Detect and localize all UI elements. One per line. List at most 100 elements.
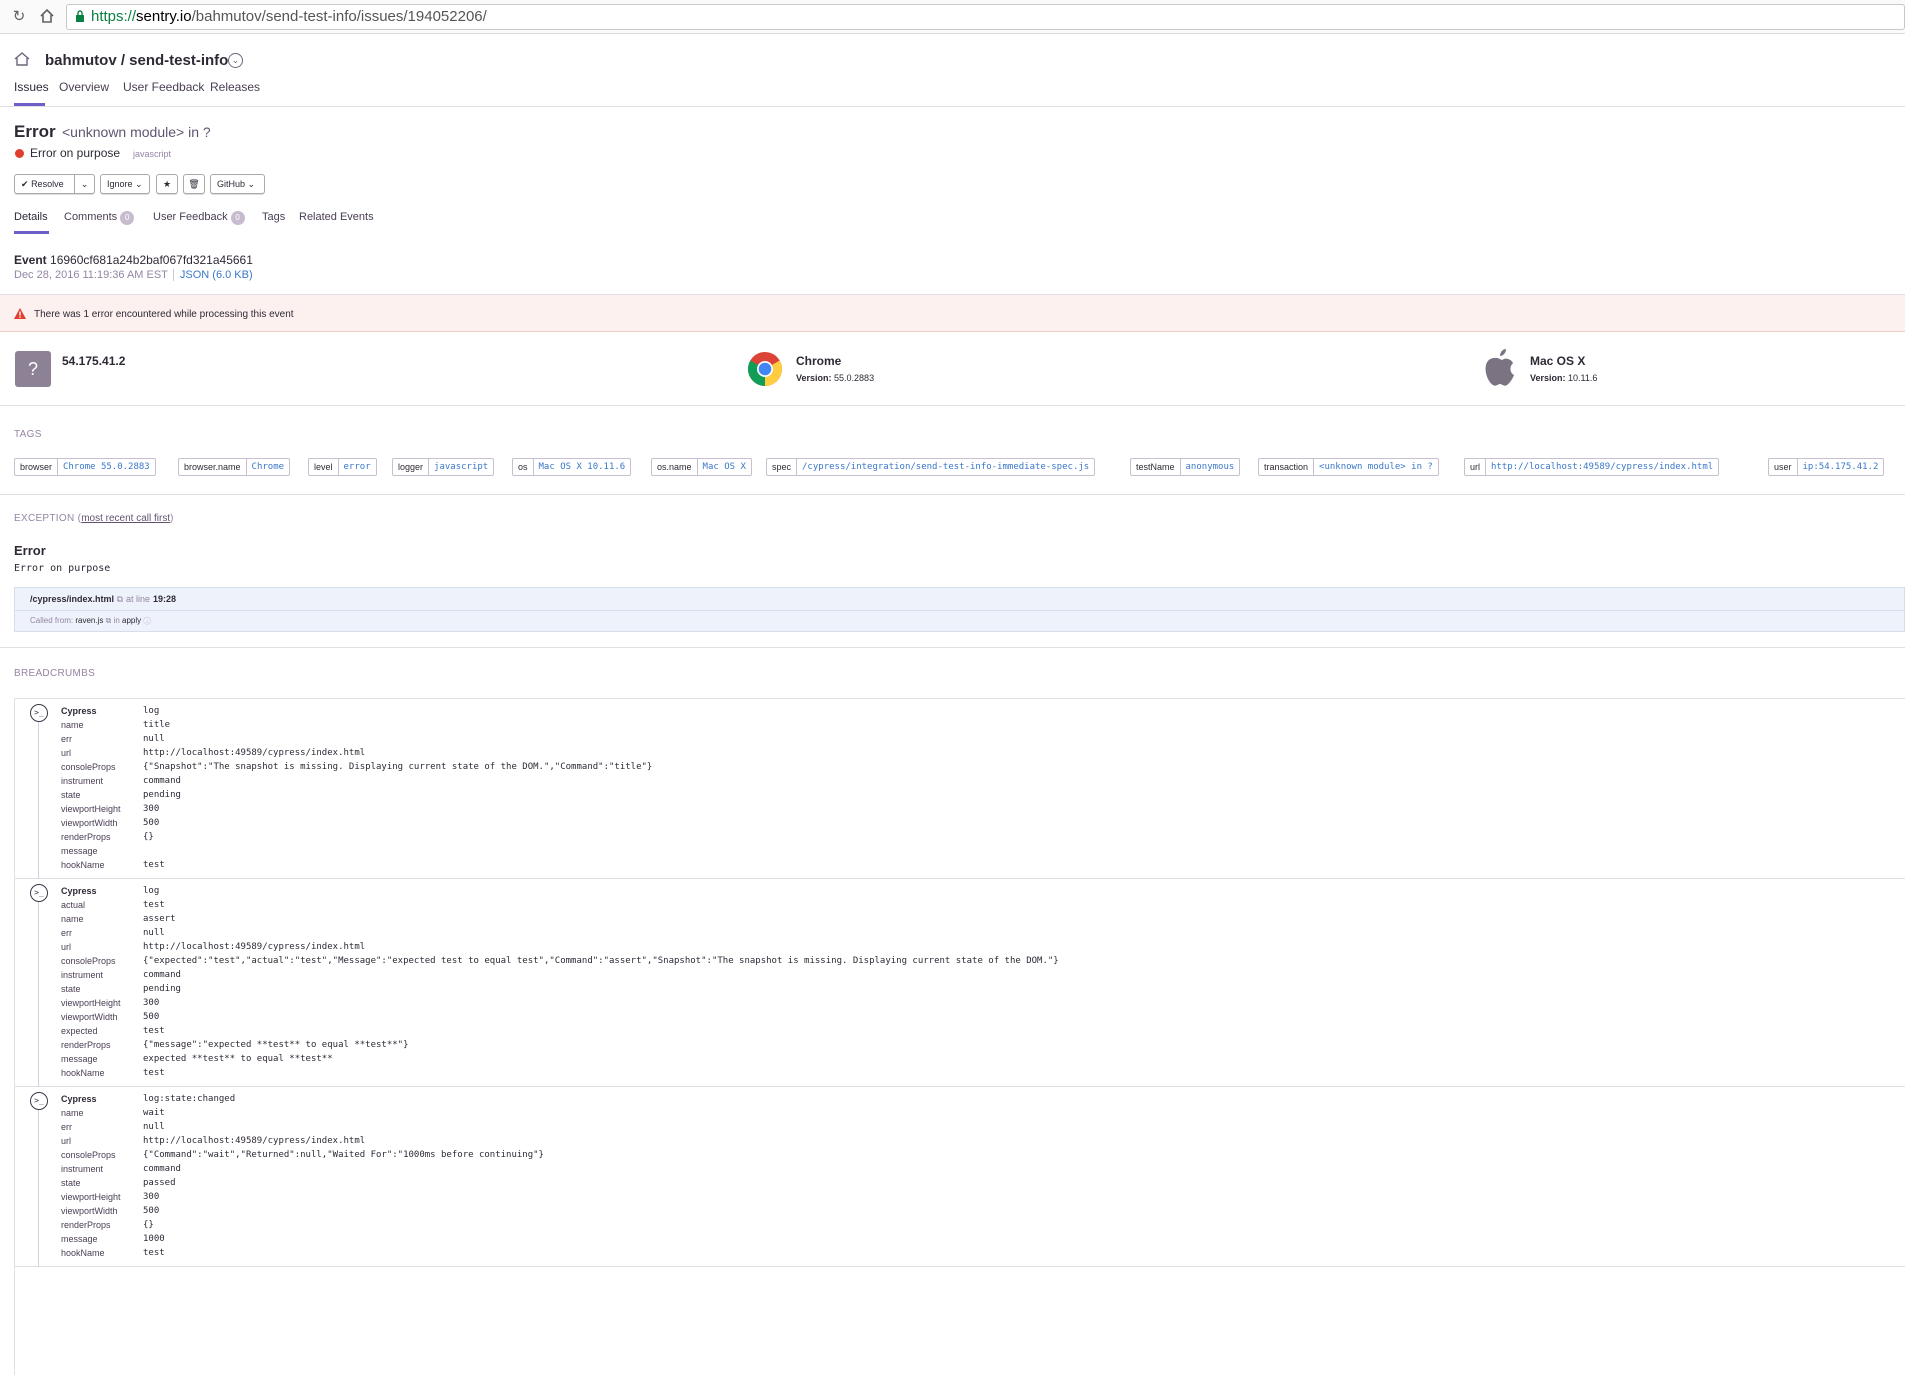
tag-logger[interactable]: logger javascript — [392, 458, 495, 476]
tab-user-feedback[interactable]: User Feedback — [123, 80, 204, 94]
os-version-value: 10.11.6 — [1568, 373, 1598, 383]
breadcrumb-value: {"Command":"wait","Returned":null,"Waite… — [143, 1150, 544, 1160]
breadcrumb-key: hookName — [61, 860, 105, 870]
stack-frame[interactable]: /cypress/index.html ⧉ at line 19:28 Called… — [14, 587, 1905, 632]
breadcrumb-timeline — [38, 902, 39, 1087]
breadcrumb-key: renderProps — [61, 1040, 111, 1050]
delete-button[interactable]: 🗑 — [183, 174, 205, 194]
breadcrumb-value: {"expected":"test","actual":"test","Mess… — [143, 956, 1059, 966]
comments-label: Comments — [64, 211, 118, 223]
tag-os[interactable]: os Mac OS X 10.11.6 — [512, 458, 632, 476]
breadcrumb-value: 300 — [143, 998, 160, 1008]
breadcrumb-timeline — [38, 1110, 39, 1267]
tab-related-events[interactable]: Related Events — [299, 211, 374, 223]
tag-value[interactable]: error — [339, 459, 376, 475]
bookmark-button[interactable]: ★ — [156, 174, 178, 194]
tag-key: os — [513, 459, 534, 475]
frame-filename[interactable]: /cypress/index.html — [30, 594, 114, 604]
project-home-icon[interactable] — [14, 52, 30, 66]
issue-platform: javascript — [133, 149, 172, 159]
warning-icon — [14, 308, 26, 319]
tag-transaction[interactable]: transaction <unknown module> in ? — [1258, 458, 1439, 476]
tag-value[interactable]: Mac OS X 10.11.6 — [534, 459, 631, 475]
breadcrumb-value: assert — [143, 914, 176, 924]
tag-value[interactable]: <unknown module> in ? — [1314, 459, 1438, 475]
breadcrumb-key: actual — [61, 900, 86, 910]
breadcrumb-value: {} — [143, 832, 154, 842]
frame-header[interactable]: /cypress/index.html ⧉ at line 19:28 — [15, 588, 1904, 611]
breadcrumb-key: name — [61, 1108, 84, 1118]
breadcrumb-key: state — [61, 984, 81, 994]
url-host: sentry.io — [136, 8, 192, 25]
apple-icon — [1485, 349, 1514, 386]
breadcrumb-item: >_ Cypress log actual test name assert err null u… — [15, 879, 1905, 1087]
external-link-icon[interactable]: ⧉ — [117, 594, 123, 604]
active-subtab-indicator — [14, 231, 49, 234]
tag-user[interactable]: user ip:54.175.41.2 — [1768, 458, 1885, 476]
event-id: Event 16960cf681a24b2baf067fd321a45661 — [14, 253, 253, 267]
home-icon[interactable] — [38, 8, 56, 26]
tab-overview[interactable]: Overview — [59, 80, 109, 94]
project-name[interactable]: bahmutov / send-test-info — [45, 52, 228, 69]
call-order-toggle[interactable]: most recent call first — [81, 513, 170, 524]
reload-icon[interactable]: ↻ — [10, 8, 28, 26]
address-bar[interactable]: https://sentry.io/bahmutov/send-test-inf… — [66, 4, 1905, 30]
breadcrumb-value: title — [143, 720, 171, 730]
breadcrumb-value: test — [143, 860, 165, 870]
tag-value[interactable]: Mac OS X — [698, 459, 751, 475]
breadcrumb-value: http://localhost:49589/cypress/index.htm… — [143, 942, 366, 952]
tag-test-name[interactable]: testName anonymous — [1130, 458, 1241, 476]
tag-level[interactable]: level error — [308, 458, 377, 476]
ignore-button[interactable]: Ignore ⌄ — [100, 174, 150, 194]
tag-browser-name[interactable]: browser.name Chrome — [178, 458, 291, 476]
breadcrumb-key: url — [61, 1136, 72, 1146]
event-label: Event — [14, 253, 47, 267]
json-link[interactable]: JSON (6.0 KB) — [172, 269, 253, 281]
tab-comments[interactable]: Comments 0 — [64, 211, 135, 225]
breadcrumbs-list: >_ Cypress log name title err null url http://lo… — [14, 698, 1905, 1375]
browser-version: Version: 55.0.2883 — [796, 373, 874, 383]
tag-os-name[interactable]: os.name Mac OS X — [651, 458, 752, 476]
called-from-file[interactable]: raven.js — [75, 616, 103, 625]
tag-value[interactable]: http://localhost:49589/cypress/index.htm… — [1486, 459, 1718, 475]
tag-value[interactable]: ip:54.175.41.2 — [1798, 459, 1884, 475]
tab-releases[interactable]: Releases — [210, 80, 260, 94]
tab-details[interactable]: Details — [14, 211, 48, 223]
tab-user-feedback-event[interactable]: User Feedback 0 — [153, 211, 245, 225]
browser-toolbar: ↻ https://sentry.io/bahmutov/send-test-i… — [0, 0, 1905, 34]
breadcrumb-timeline — [38, 722, 39, 879]
breadcrumb-value: 300 — [143, 1192, 160, 1202]
chevron-down-icon[interactable]: ⌄ — [228, 53, 243, 68]
breadcrumb-key: instrument — [61, 1164, 104, 1174]
chrome-icon — [748, 352, 782, 386]
external-link-icon[interactable]: ⧉ — [106, 616, 112, 625]
github-button[interactable]: GitHub ⌄ — [210, 174, 265, 194]
info-icon[interactable]: ⓘ — [143, 616, 150, 625]
tag-value[interactable]: Chrome 55.0.2883 — [58, 459, 155, 475]
resolve-button[interactable]: ✔ Resolve — [14, 174, 75, 194]
tag-browser[interactable]: browser Chrome 55.0.2883 — [14, 458, 156, 476]
browser-version-value: 55.0.2883 — [834, 373, 875, 383]
breadcrumb-data-row: hookName test — [61, 1248, 1891, 1265]
breadcrumb-value: 1000 — [143, 1234, 165, 1244]
breadcrumb-key: hookName — [61, 1068, 105, 1078]
tag-value[interactable]: javascript — [429, 459, 493, 475]
breadcrumb-key: state — [61, 1178, 81, 1188]
tab-tags[interactable]: Tags — [262, 211, 285, 223]
processing-error-banner[interactable]: There was 1 error encountered while proc… — [0, 295, 1905, 332]
active-tab-indicator — [14, 103, 45, 106]
tag-spec[interactable]: spec/cypress/integration/send-test-info-… — [766, 458, 1096, 476]
breadcrumb-key: viewportHeight — [61, 1192, 121, 1202]
tag-key: os.name — [652, 459, 698, 475]
breadcrumb-value: 500 — [143, 1206, 160, 1216]
resolve-dropdown-button[interactable]: ⌄ — [74, 174, 95, 194]
tag-value[interactable]: /cypress/integration/send-test-info-imme… — [797, 459, 1094, 475]
tag-key: level — [309, 459, 339, 475]
breadcrumb-key: name — [61, 914, 84, 924]
tag-url[interactable]: url http://localhost:49589/cypress/index.… — [1464, 458, 1720, 476]
unknown-user-icon: ? — [15, 351, 51, 387]
tag-value[interactable]: Chrome — [247, 459, 290, 475]
breadcrumb-value: http://localhost:49589/cypress/index.htm… — [143, 1136, 366, 1146]
tag-value[interactable]: anonymous — [1181, 459, 1240, 475]
tab-issues[interactable]: Issues — [14, 80, 49, 94]
